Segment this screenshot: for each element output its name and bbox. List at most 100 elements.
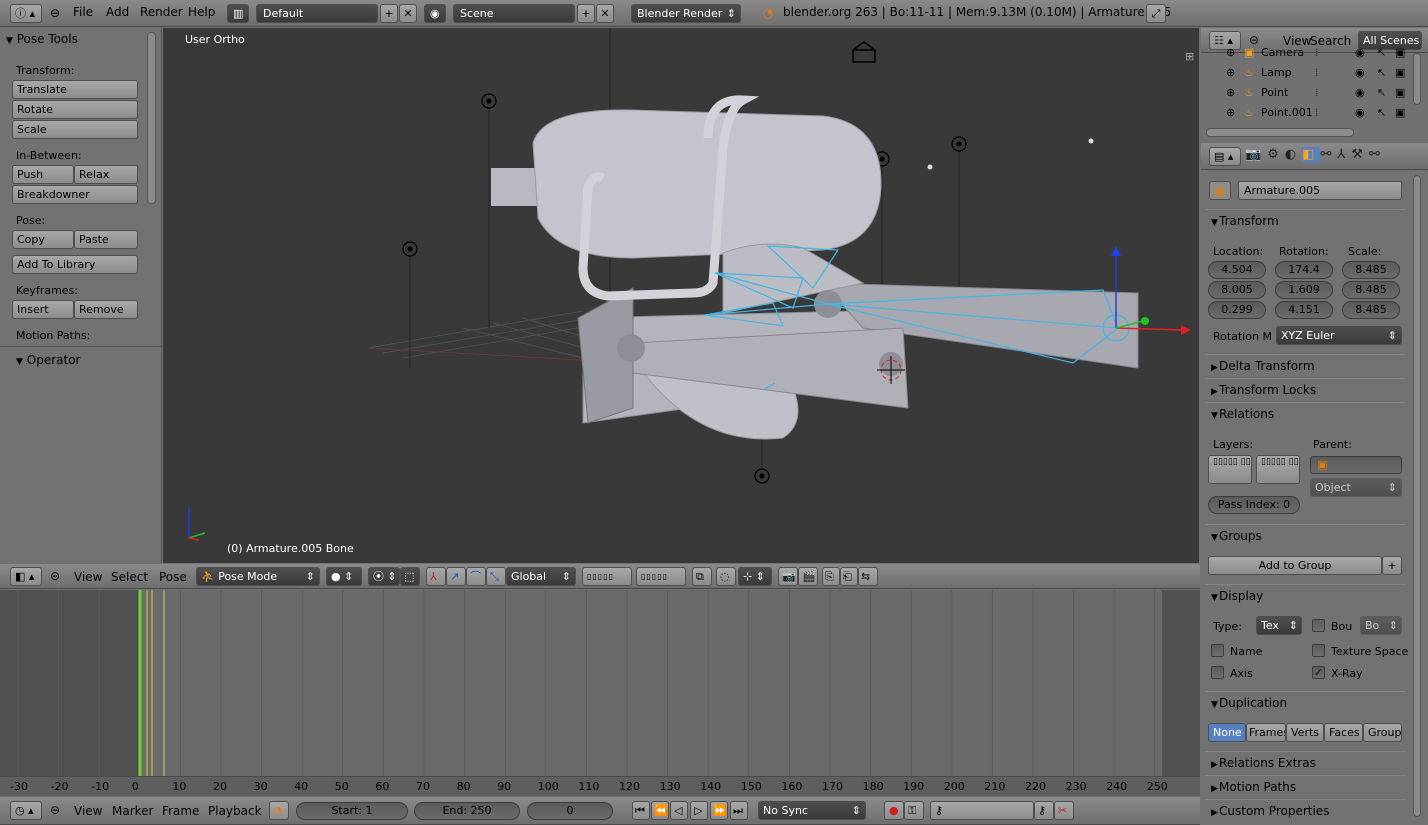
cursor-select-icon[interactable]: ↖ — [1377, 64, 1386, 82]
menu-marker[interactable]: Marker — [112, 804, 153, 818]
menu-view[interactable]: View — [74, 570, 102, 584]
constraints-context-icon[interactable]: ⚯ — [1320, 147, 1337, 162]
properties-scrollbar[interactable] — [1413, 175, 1421, 817]
rotation-x-field[interactable]: 174.4 — [1275, 261, 1333, 279]
pass-index-field[interactable]: Pass Index: 0 — [1208, 496, 1300, 514]
menu-playback[interactable]: Playback — [208, 804, 262, 818]
expand-plus-icon[interactable]: ⊕ — [1226, 84, 1235, 102]
outliner-item[interactable]: ⊕ ♨ Point.001 ⁞ ◉ ↖ ▣ — [1205, 104, 1410, 122]
paste-pose-button[interactable]: Paste — [74, 230, 138, 249]
expand-plus-icon[interactable]: ⊕ — [1226, 44, 1235, 62]
duplication-section-header[interactable]: ▼Duplication — [1205, 691, 1405, 713]
outliner-hscrollbar[interactable] — [1206, 128, 1354, 137]
properties-context-tabs[interactable]: 📷⚙◐◧⚯⅄⚒⚯ — [1245, 147, 1386, 162]
paste-flipped-header-button[interactable]: ⇆ — [858, 567, 878, 586]
collapse-menu-icon[interactable]: ⊖ — [48, 4, 62, 22]
object-context-icon[interactable]: ◧ — [1302, 147, 1321, 162]
render-opengl-button[interactable]: 📷 — [778, 567, 798, 586]
pose-tools-header[interactable]: ▼ Pose Tools — [6, 32, 78, 46]
scene-add-button[interactable]: + — [577, 4, 595, 23]
copy-pose-button[interactable]: Copy — [12, 230, 74, 249]
prev-keyframe-button[interactable]: ⏪ — [651, 801, 669, 820]
transform-section-header[interactable]: ▼Transform — [1205, 209, 1405, 231]
scale-x-field[interactable]: 8.485 — [1342, 261, 1400, 279]
dup-none-button[interactable]: None — [1208, 723, 1246, 742]
menu-frame[interactable]: Frame — [162, 804, 199, 818]
insert-keyframe-header-button[interactable]: ⚷ — [1034, 801, 1054, 820]
texture-space-checkbox[interactable] — [1312, 644, 1325, 657]
scene-field[interactable]: Scene — [453, 4, 575, 23]
object-name-field[interactable]: Armature.005 — [1238, 181, 1402, 200]
jump-start-button[interactable]: ⏮ — [632, 801, 650, 820]
outliner-scrollbar[interactable] — [1413, 53, 1421, 105]
current-frame-field[interactable]: 0 — [527, 802, 613, 820]
menu-select[interactable]: Select — [111, 570, 148, 584]
relax-button[interactable]: Relax — [74, 165, 138, 184]
menu-help[interactable]: Help — [188, 5, 215, 19]
outliner-item[interactable]: ⊕ ♨ Point ⁞ ◉ ↖ ▣ — [1205, 84, 1410, 102]
eye-icon[interactable]: ◉ — [1355, 44, 1365, 62]
layer-buttons-1[interactable]: ▯▯▯▯▯ — [582, 567, 632, 586]
auto-keying-button[interactable]: ● — [884, 801, 904, 820]
delete-keyframe-header-button[interactable]: ✂ — [1054, 801, 1074, 820]
relations-section-header[interactable]: ▼Relations — [1205, 402, 1405, 424]
eye-icon[interactable]: ◉ — [1355, 84, 1365, 102]
scale-button[interactable]: Scale — [12, 120, 138, 139]
viewport-split-plus-icon[interactable]: ⊞ — [1185, 50, 1194, 63]
object-layers-2[interactable]: ▯▯▯▯▯ ▯▯▯▯▯ — [1256, 455, 1300, 484]
scale-manipulator-button[interactable]: ⤡ — [486, 567, 506, 586]
menu-file[interactable]: File — [73, 5, 93, 19]
editor-type-timeline-button[interactable]: ◷ ▴ — [10, 801, 42, 820]
menu-add[interactable]: Add — [106, 5, 129, 19]
rotation-mode-select[interactable]: XYZ Euler ⇕ — [1276, 326, 1402, 345]
render-engine-select[interactable]: Blender Render ⇕ — [631, 4, 741, 23]
groups-section-header[interactable]: ▼Groups — [1205, 524, 1405, 546]
preview-range-button[interactable]: ◔ — [269, 801, 289, 820]
expand-plus-icon[interactable]: ⊕ — [1226, 64, 1235, 82]
operator-header[interactable]: ▼ Operator — [16, 353, 80, 367]
relations-extras-section-header[interactable]: ▶Relations Extras — [1205, 751, 1405, 773]
delta-transform-section-header[interactable]: ▶Delta Transform — [1205, 354, 1405, 376]
viewport-shading-select[interactable]: ● ⇕ — [326, 567, 362, 586]
location-x-field[interactable]: 4.504 — [1208, 261, 1266, 279]
render-icon[interactable]: ▣ — [1395, 84, 1405, 102]
rotation-y-field[interactable]: 1.609 — [1275, 281, 1333, 299]
play-button[interactable]: ▷ — [690, 801, 708, 820]
editor-type-properties-button[interactable]: ▤ ▴ — [1209, 147, 1241, 166]
dup-verts-button[interactable]: Verts — [1286, 723, 1324, 742]
armature-data-context-icon[interactable]: ⅄ — [1337, 147, 1351, 162]
collapse-menu-icon[interactable]: ⊖ — [48, 801, 62, 819]
cursor-select-icon[interactable]: ↖ — [1377, 44, 1386, 62]
scene-context-icon[interactable]: ⚙ — [1267, 147, 1285, 162]
transform-orientation-select[interactable]: Global ⇕ — [506, 567, 576, 586]
breakdowner-button[interactable]: Breakdowner — [12, 185, 138, 204]
render-icon[interactable]: ▣ — [1395, 64, 1405, 82]
world-context-icon[interactable]: ◐ — [1285, 147, 1302, 162]
add-to-library-button[interactable]: Add To Library — [12, 255, 138, 274]
scene-icon-button[interactable]: ◉ — [424, 4, 446, 23]
remove-keyframe-button[interactable]: Remove — [74, 300, 138, 319]
transform-locks-section-header[interactable]: ▶Transform Locks — [1205, 378, 1405, 400]
screen-delete-button[interactable]: ✕ — [399, 4, 417, 23]
xray-checkbox[interactable]: ✓ — [1312, 666, 1325, 679]
translate-manipulator-button[interactable]: ↗ — [446, 567, 466, 586]
render-context-icon[interactable]: 📷 — [1245, 147, 1267, 162]
toolshelf-scrollbar[interactable] — [147, 32, 156, 204]
scale-z-field[interactable]: 8.485 — [1342, 301, 1400, 319]
collapse-menu-icon[interactable]: ⊖ — [48, 567, 62, 585]
jump-end-button[interactable]: ⏭ — [730, 801, 748, 820]
eye-icon[interactable]: ◉ — [1355, 104, 1365, 122]
expand-plus-icon[interactable]: ⊕ — [1226, 104, 1235, 122]
pivot-point-select[interactable]: ⦿ ⇕ — [368, 567, 400, 586]
bounds-type-select[interactable]: Bo ⇕ — [1360, 616, 1402, 635]
end-frame-field[interactable]: End: 250 — [414, 802, 520, 820]
viewport-3d[interactable]: User Ortho (0) Armature.005 Bone ⊞ — [163, 28, 1199, 563]
cursor-select-icon[interactable]: ↖ — [1377, 104, 1386, 122]
rotation-z-field[interactable]: 4.151 — [1275, 301, 1333, 319]
add-to-group-button[interactable]: Add to Group — [1208, 556, 1382, 575]
menu-pose[interactable]: Pose — [159, 570, 187, 584]
start-frame-field[interactable]: Start: 1 — [296, 802, 408, 820]
eye-icon[interactable]: ◉ — [1355, 64, 1365, 82]
copy-pose-header-button[interactable]: ⎘ — [822, 567, 840, 586]
dup-group-button[interactable]: Group — [1363, 723, 1402, 742]
